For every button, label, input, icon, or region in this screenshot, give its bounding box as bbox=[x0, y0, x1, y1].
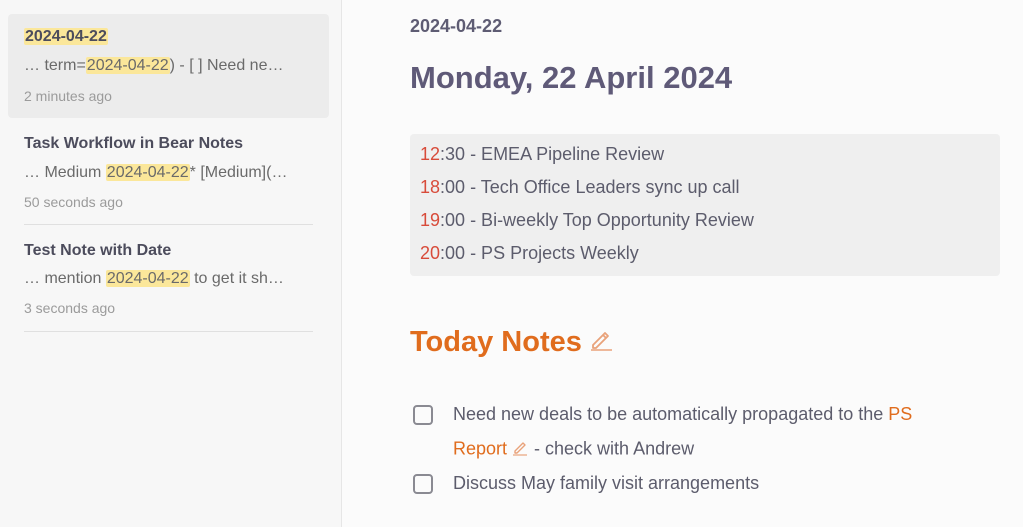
note-list-item[interactable]: Task Workflow in Bear Notes … Medium 202… bbox=[8, 118, 329, 225]
event-title: - Bi-weekly Top Opportunity Review bbox=[465, 210, 754, 230]
pencil-icon[interactable] bbox=[588, 326, 614, 360]
note-timestamp: 3 seconds ago bbox=[24, 300, 116, 316]
note-snippet: … term=2024-04-22) - [ ] Need ne… bbox=[24, 57, 284, 74]
event-title: - EMEA Pipeline Review bbox=[465, 144, 665, 164]
calendar-block: 12:30 - EMEA Pipeline Review 18:00 - Tec… bbox=[410, 134, 1000, 276]
event-title: - Tech Office Leaders sync up call bbox=[465, 177, 740, 197]
pencil-icon[interactable] bbox=[511, 438, 529, 461]
event-minute: :00 bbox=[440, 177, 466, 197]
note-snippet: … mention 2024-04-22 to get it sh… bbox=[24, 270, 284, 287]
calendar-event: 20:00 - PS Projects Weekly bbox=[420, 243, 639, 264]
event-minute: :00 bbox=[440, 210, 466, 230]
note-title: Task Workflow in Bear Notes bbox=[24, 135, 244, 152]
wiki-link[interactable]: PS bbox=[888, 404, 912, 424]
wiki-link[interactable]: Report bbox=[453, 438, 507, 458]
calendar-event: 19:00 - Bi-weekly Top Opportunity Review bbox=[420, 210, 754, 231]
task-text-line1: Need new deals to be automatically propa… bbox=[453, 404, 913, 424]
calendar-event: 18:00 - Tech Office Leaders sync up call bbox=[420, 177, 740, 198]
event-minute: :30 bbox=[440, 144, 466, 164]
note-list-item[interactable]: Test Note with Date … mention 2024-04-22… bbox=[8, 225, 329, 332]
calendar-event: 12:30 - EMEA Pipeline Review bbox=[420, 144, 664, 165]
event-hour: 18 bbox=[420, 177, 441, 197]
event-hour: 12 bbox=[420, 144, 441, 164]
task-text-line2: Report - check with Andrew bbox=[453, 438, 694, 461]
note-editor[interactable]: 2024-04-22 Monday, 22 April 2024 12:30 -… bbox=[343, 0, 1023, 527]
date-heading: 2024-04-22 bbox=[410, 16, 503, 36]
note-snippet: … Medium 2024-04-22* [Medium](… bbox=[24, 164, 288, 181]
task-text: Discuss May family visit arrangements bbox=[453, 473, 760, 493]
note-timestamp: 2 minutes ago bbox=[24, 88, 112, 104]
divider bbox=[24, 331, 313, 332]
section-heading: Today Notes bbox=[410, 326, 614, 360]
event-hour: 20 bbox=[420, 243, 441, 263]
notes-sidebar: 2024-04-22 … term=2024-04-22) - [ ] Need… bbox=[0, 0, 342, 527]
page-title: Monday, 22 April 2024 bbox=[410, 60, 733, 95]
task-checkbox[interactable] bbox=[413, 474, 433, 494]
event-minute: :00 bbox=[440, 243, 466, 263]
note-list-item[interactable]: 2024-04-22 … term=2024-04-22) - [ ] Need… bbox=[8, 14, 329, 118]
section-heading-text: Today Notes bbox=[410, 326, 582, 358]
note-timestamp: 50 seconds ago bbox=[24, 194, 123, 210]
note-title: Test Note with Date bbox=[24, 242, 172, 259]
event-title: - PS Projects Weekly bbox=[465, 243, 639, 263]
event-hour: 19 bbox=[420, 210, 441, 230]
note-title: 2024-04-22 bbox=[24, 28, 108, 45]
task-checkbox[interactable] bbox=[413, 405, 433, 425]
